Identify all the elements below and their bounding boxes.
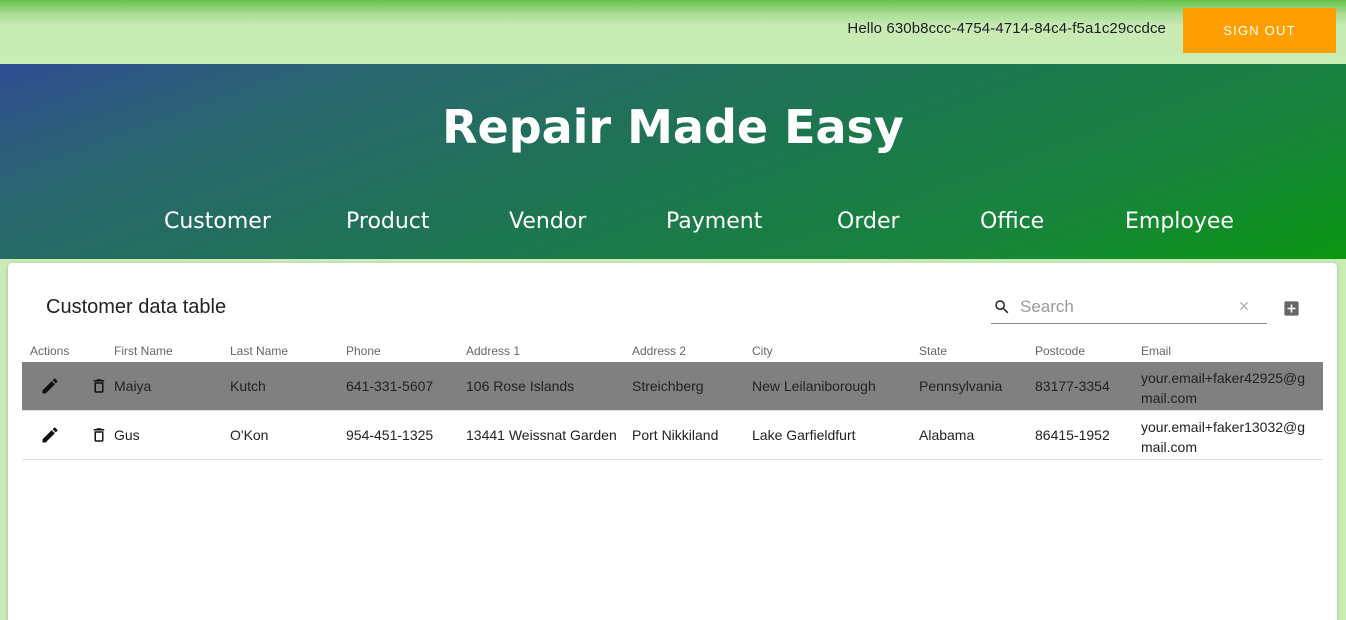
- clear-icon[interactable]: [1237, 299, 1251, 313]
- col-phone[interactable]: Phone: [346, 344, 381, 358]
- col-city[interactable]: City: [752, 344, 773, 358]
- user-greeting: Hello 630b8ccc-4754-4714-84c4-f5a1c29ccd…: [847, 20, 1166, 37]
- cell-postcode: 86415-1952: [1035, 427, 1110, 443]
- delete-icon[interactable]: [90, 376, 108, 396]
- col-last-name[interactable]: Last Name: [230, 344, 288, 358]
- nav-product[interactable]: Product: [346, 209, 430, 234]
- top-bar: Hello 630b8ccc-4754-4714-84c4-f5a1c29ccd…: [0, 0, 1346, 64]
- edit-icon[interactable]: [40, 376, 60, 396]
- nav-employee[interactable]: Employee: [1125, 209, 1234, 234]
- cell-last-name: Kutch: [230, 378, 266, 394]
- customer-table-card: Customer data table Actions First Name L…: [8, 263, 1337, 620]
- cell-state: Alabama: [919, 427, 975, 443]
- col-first-name[interactable]: First Name: [114, 344, 173, 358]
- hero-banner: Repair Made Easy Customer Product Vendor…: [0, 64, 1346, 259]
- search-input[interactable]: [1020, 295, 1230, 319]
- cell-address2: Port Nikkiland: [632, 427, 719, 443]
- cell-address1: 106 Rose Islands: [466, 378, 575, 394]
- table-row[interactable]: Maiya Kutch 641-331-5607 106 Rose Island…: [22, 362, 1323, 411]
- cell-state: Pennsylvania: [919, 378, 1003, 394]
- cell-first-name: Maiya: [114, 378, 152, 394]
- main-nav: Customer Product Vendor Payment Order Of…: [0, 209, 1346, 239]
- table-header: Actions First Name Last Name Phone Addre…: [22, 341, 1323, 362]
- nav-office[interactable]: Office: [980, 209, 1044, 234]
- cell-city: New Leilaniborough: [752, 378, 876, 394]
- nav-order[interactable]: Order: [837, 209, 900, 234]
- delete-icon[interactable]: [90, 425, 108, 445]
- customer-table: Actions First Name Last Name Phone Addre…: [22, 341, 1323, 460]
- col-email[interactable]: Email: [1141, 344, 1171, 358]
- col-address2[interactable]: Address 2: [632, 344, 686, 358]
- cell-city: Lake Garfieldfurt: [752, 427, 856, 443]
- app-title: Repair Made Easy: [442, 100, 904, 154]
- cell-first-name: Gus: [114, 427, 140, 443]
- cell-last-name: O'Kon: [230, 427, 269, 443]
- cell-postcode: 83177-3354: [1035, 378, 1110, 394]
- cell-email: your.email+faker13032@gmail.com: [1141, 419, 1306, 455]
- edit-icon[interactable]: [40, 425, 60, 445]
- cell-phone: 954-451-1325: [346, 427, 434, 443]
- nav-customer[interactable]: Customer: [164, 209, 271, 234]
- col-state[interactable]: State: [919, 344, 947, 358]
- cell-address2: Streichberg: [632, 378, 704, 394]
- add-box-icon[interactable]: [1282, 299, 1301, 318]
- col-postcode[interactable]: Postcode: [1035, 344, 1085, 358]
- sign-out-button[interactable]: SIGN OUT: [1183, 8, 1336, 53]
- cell-email: your.email+faker42925@gmail.com: [1141, 370, 1306, 406]
- search-box: [991, 292, 1267, 324]
- table-row[interactable]: Gus O'Kon 954-451-1325 13441 Weissnat Ga…: [22, 411, 1323, 460]
- col-address1[interactable]: Address 1: [466, 344, 520, 358]
- nav-vendor[interactable]: Vendor: [509, 209, 586, 234]
- cell-address1: 13441 Weissnat Garden: [466, 427, 617, 443]
- table-title: Customer data table: [46, 296, 227, 318]
- search-icon: [995, 300, 1009, 314]
- cell-phone: 641-331-5607: [346, 378, 434, 394]
- col-actions: Actions: [30, 344, 70, 358]
- nav-payment[interactable]: Payment: [666, 209, 762, 234]
